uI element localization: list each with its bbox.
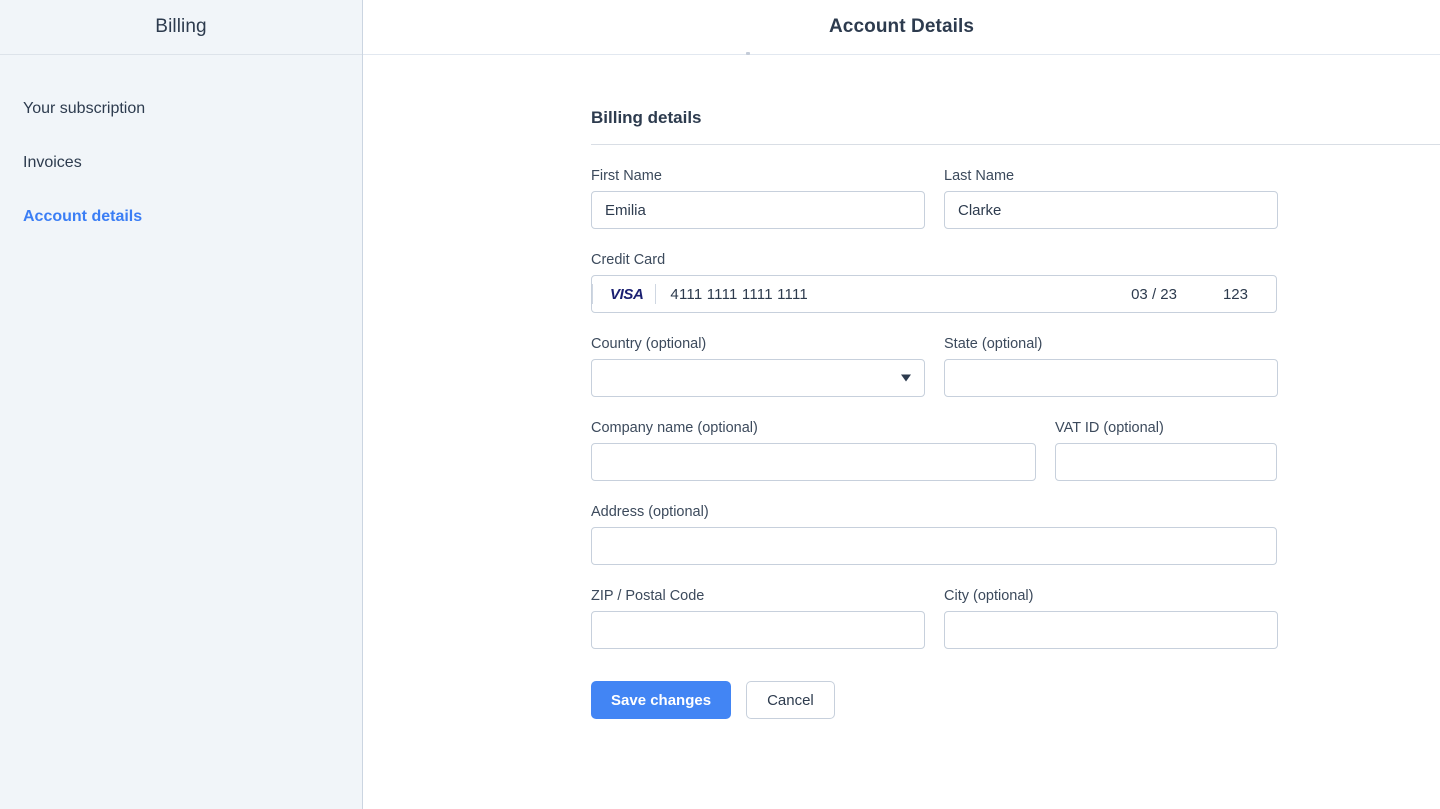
country-label: Country (optional) [591, 336, 925, 352]
country-select[interactable] [591, 359, 925, 397]
last-name-value: Clarke [958, 202, 1001, 219]
credit-card-label: Credit Card [591, 252, 1277, 268]
main-body: Billing details First Name Emilia Last N… [363, 55, 1440, 809]
visa-card-icon: VISA [592, 284, 656, 304]
sidebar-item-invoices[interactable]: Invoices [0, 136, 362, 190]
cancel-button[interactable]: Cancel [746, 681, 835, 719]
sidebar: Billing Your subscription Invoices Accou… [0, 0, 363, 809]
sidebar-header: Billing [0, 0, 362, 55]
city-label: City (optional) [944, 588, 1278, 604]
form-actions: Save changes Cancel [591, 672, 1440, 719]
sidebar-title: Billing [155, 16, 206, 38]
address-field: Address (optional) [591, 504, 1277, 565]
last-name-label: Last Name [944, 168, 1278, 184]
country-field: Country (optional) [591, 336, 925, 397]
company-vat-row: Company name (optional) VAT ID (optional… [591, 420, 1440, 481]
state-label: State (optional) [944, 336, 1278, 352]
section-divider [591, 144, 1440, 145]
state-input[interactable] [944, 359, 1278, 397]
city-input[interactable] [944, 611, 1278, 649]
sidebar-nav: Your subscription Invoices Account detai… [0, 55, 362, 244]
credit-card-expiry-value: 03 / 23 [1131, 276, 1223, 312]
credit-card-number-value: 4111 1111 1111 1111 [656, 276, 1131, 312]
main-panel: Account Details Billing details First Na… [363, 0, 1440, 809]
first-name-value: Emilia [605, 202, 646, 219]
company-name-field: Company name (optional) [591, 420, 1036, 481]
credit-card-field: Credit Card VISA 4111 1111 1111 1111 03 … [591, 252, 1277, 313]
vat-id-label: VAT ID (optional) [1055, 420, 1277, 436]
address-label: Address (optional) [591, 504, 1277, 520]
address-row: Address (optional) [591, 504, 1440, 565]
zip-label: ZIP / Postal Code [591, 588, 925, 604]
visa-logo-text: VISA [610, 286, 643, 303]
last-name-field: Last Name Clarke [944, 168, 1278, 229]
sidebar-item-your-subscription[interactable]: Your subscription [0, 82, 362, 136]
name-row: First Name Emilia Last Name Clarke [591, 168, 1440, 229]
company-name-label: Company name (optional) [591, 420, 1036, 436]
main-header: Account Details [363, 0, 1440, 55]
zip-input[interactable] [591, 611, 925, 649]
sidebar-item-account-details[interactable]: Account details [0, 190, 362, 244]
section-title: Billing details [591, 55, 1440, 144]
page-title: Account Details [829, 16, 974, 38]
vat-id-input[interactable] [1055, 443, 1277, 481]
first-name-field: First Name Emilia [591, 168, 925, 229]
country-state-row: Country (optional) State (optional) [591, 336, 1440, 397]
credit-card-cvc-value: 123 [1223, 276, 1276, 312]
city-field: City (optional) [944, 588, 1278, 649]
vat-id-field: VAT ID (optional) [1055, 420, 1277, 481]
billing-details-form: Billing details First Name Emilia Last N… [591, 55, 1440, 719]
billing-page: Billing Your subscription Invoices Accou… [0, 0, 1440, 809]
credit-card-row: Credit Card VISA 4111 1111 1111 1111 03 … [591, 252, 1440, 313]
zip-field: ZIP / Postal Code [591, 588, 925, 649]
first-name-input[interactable]: Emilia [591, 191, 925, 229]
address-input[interactable] [591, 527, 1277, 565]
zip-city-row: ZIP / Postal Code City (optional) [591, 588, 1440, 649]
company-name-input[interactable] [591, 443, 1036, 481]
state-field: State (optional) [944, 336, 1278, 397]
last-name-input[interactable]: Clarke [944, 191, 1278, 229]
credit-card-input[interactable]: VISA 4111 1111 1111 1111 03 / 23 123 [591, 275, 1277, 313]
first-name-label: First Name [591, 168, 925, 184]
chevron-down-icon [901, 375, 911, 382]
save-changes-button[interactable]: Save changes [591, 681, 731, 719]
